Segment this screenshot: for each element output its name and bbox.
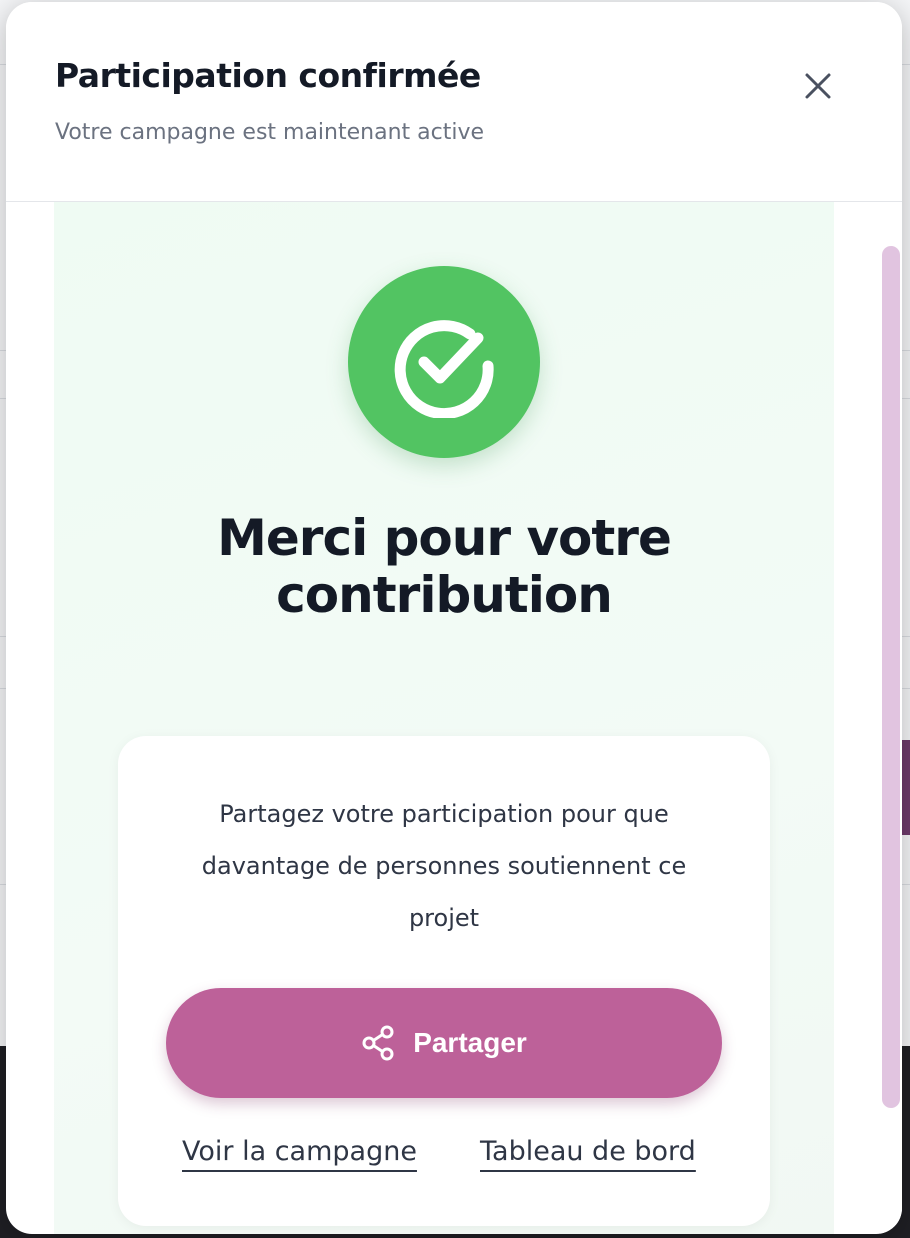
success-badge — [348, 266, 540, 458]
share-icon — [362, 1025, 394, 1061]
thanks-heading-line: Merci pour votre — [217, 509, 672, 567]
share-button-label: Partager — [413, 1027, 527, 1058]
check-circle-icon — [394, 320, 494, 418]
close-icon — [805, 73, 831, 99]
thanks-heading-line: contribution — [276, 566, 613, 624]
modal-subtitle: Votre campagne est maintenant active — [55, 120, 485, 145]
modal-title: Participation confirmée — [55, 56, 481, 95]
share-button[interactable]: Partager — [166, 988, 722, 1098]
close-button[interactable] — [796, 64, 840, 108]
screen: Participation confirmée Votre campagne e… — [0, 0, 910, 1238]
dashboard-link[interactable]: Tableau de bord — [480, 1136, 696, 1167]
view-campaign-link[interactable]: Voir la campagne — [182, 1136, 417, 1167]
success-panel: Merci pour votre contribution Partagez v… — [54, 202, 834, 1234]
share-description: Partagez votre participation pour que da… — [201, 800, 687, 932]
confirmation-modal: Participation confirmée Votre campagne e… — [6, 2, 902, 1234]
scrollbar-thumb[interactable] — [882, 246, 900, 1108]
modal-header: Participation confirmée Votre campagne e… — [6, 2, 902, 202]
modal-body: Merci pour votre contribution Partagez v… — [6, 202, 902, 1234]
share-card: Partagez votre participation pour que da… — [118, 736, 770, 1226]
thanks-heading: Merci pour votre contribution — [54, 510, 834, 624]
